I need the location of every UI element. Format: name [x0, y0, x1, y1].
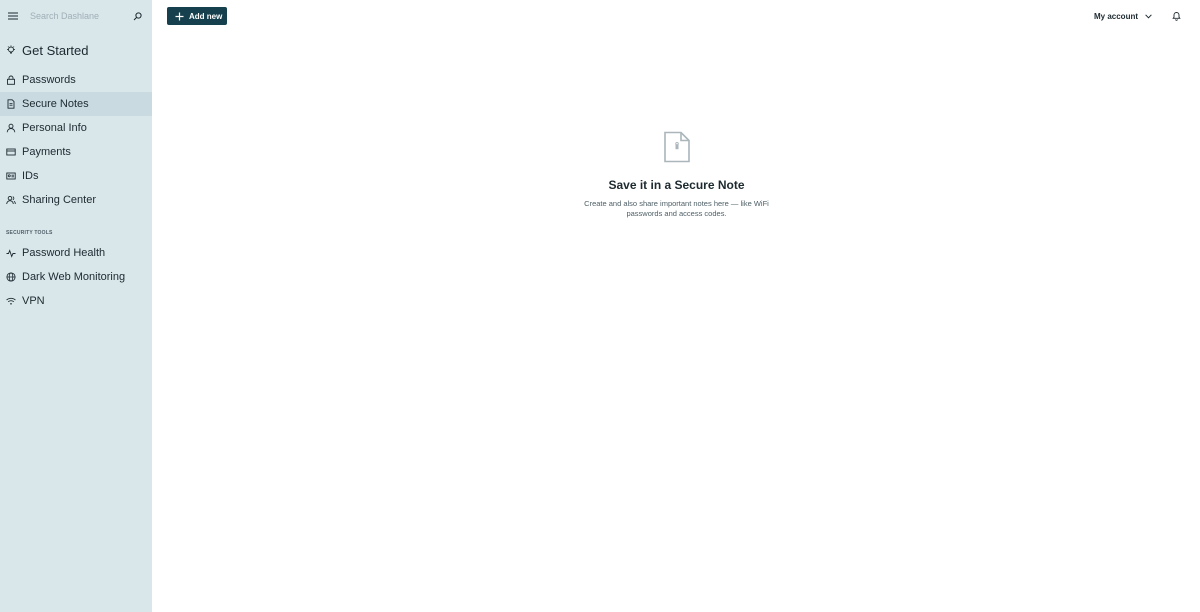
secure-note-illustration-icon	[664, 131, 690, 163]
note-icon	[6, 99, 16, 109]
sidebar-item-get-started[interactable]: Get Started	[0, 38, 152, 62]
sidebar-item-label: Dark Web Monitoring	[22, 271, 126, 283]
chevron-down-icon	[1144, 12, 1152, 20]
menu-icon[interactable]	[6, 9, 20, 23]
notification-bell-icon[interactable]	[1171, 11, 1181, 21]
lightbulb-icon	[6, 45, 16, 55]
sidebar-item-label: Payments	[22, 146, 71, 158]
plus-icon	[175, 12, 184, 21]
sidebar-item-label: Sharing Center	[22, 194, 96, 206]
sidebar-item-label: Passwords	[22, 74, 76, 86]
sidebar-item-password-health[interactable]: Password Health	[0, 241, 152, 265]
sidebar-item-payments[interactable]: Payments	[0, 140, 152, 164]
empty-state-description: Create and also share important notes he…	[584, 199, 769, 218]
my-account-menu[interactable]: My account	[1094, 7, 1152, 25]
sidebar: Search Dashlane Get Started Passwords Se…	[0, 0, 152, 612]
sidebar-item-label: Password Health	[22, 247, 106, 259]
sidebar-item-secure-notes[interactable]: Secure Notes	[0, 92, 152, 116]
sidebar-item-label: VPN	[22, 295, 45, 307]
search-icon[interactable]	[130, 9, 144, 23]
wifi-icon	[6, 296, 16, 306]
add-new-button[interactable]: Add new	[167, 7, 227, 25]
sidebar-item-dark-web-monitoring[interactable]: Dark Web Monitoring	[0, 265, 152, 289]
my-account-label: My account	[1094, 11, 1139, 21]
globe-icon	[6, 272, 16, 282]
sharing-icon	[6, 195, 16, 205]
empty-state-title: Save it in a Secure Note	[608, 178, 745, 192]
sidebar-item-personal-info[interactable]: Personal Info	[0, 116, 152, 140]
id-card-icon	[6, 171, 16, 181]
sidebar-item-sharing-center[interactable]: Sharing Center	[0, 188, 152, 212]
sidebar-item-label: Get Started	[22, 42, 89, 58]
card-icon	[6, 147, 16, 157]
person-icon	[6, 123, 16, 133]
pulse-icon	[6, 248, 16, 258]
sidebar-item-label: Secure Notes	[22, 98, 89, 110]
lock-icon	[6, 75, 16, 85]
sidebar-item-vpn[interactable]: VPN	[0, 289, 152, 313]
search-input[interactable]: Search Dashlane	[30, 11, 130, 21]
sidebar-item-passwords[interactable]: Passwords	[0, 68, 152, 92]
sidebar-item-label: IDs	[22, 170, 39, 182]
section-label-security-tools: SECURITY TOOLS	[6, 230, 53, 236]
sidebar-item-ids[interactable]: IDs	[0, 164, 152, 188]
add-new-label: Add new	[189, 11, 223, 21]
sidebar-search-row: Search Dashlane	[0, 0, 152, 32]
sidebar-item-label: Personal Info	[22, 122, 87, 134]
